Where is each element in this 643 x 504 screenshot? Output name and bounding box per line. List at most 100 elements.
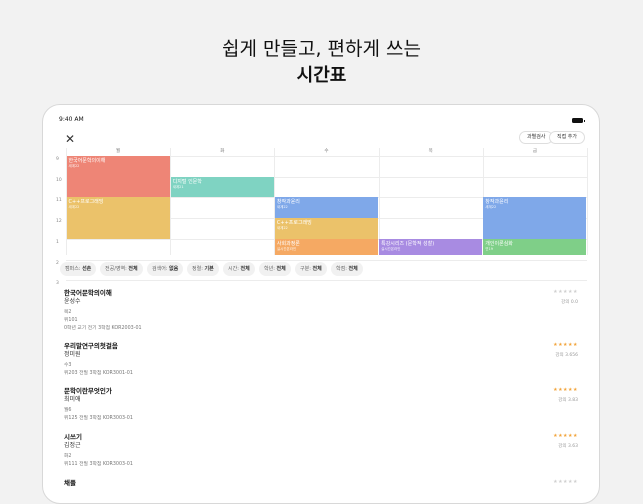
filter-chip-label: 학년: bbox=[264, 266, 277, 272]
course-list-item[interactable]: 우리말연구의첫걸음 정미원 수3 위203 전필 3학점 KOR3001-01 강의 3… bbox=[64, 340, 582, 384]
filter-chip[interactable]: 학년: 전체 bbox=[259, 262, 291, 276]
grid-row-line bbox=[66, 259, 587, 261]
course-room: 실시간온라인 bbox=[276, 246, 297, 251]
filter-chip[interactable]: 구분: 전체 bbox=[295, 262, 327, 276]
filter-chip-value: 전체 bbox=[240, 266, 250, 272]
filter-chip[interactable]: 검색어: 없음 bbox=[147, 262, 184, 276]
battery-icon bbox=[572, 118, 585, 123]
course-day: 월6 bbox=[64, 408, 72, 413]
hour-label: 9 bbox=[56, 157, 59, 162]
course-rating: 강의 3.83 bbox=[558, 398, 578, 403]
course-block[interactable]: 한국어문학의이해 새계22 bbox=[66, 156, 170, 198]
tablet-frame: 9:40 AM ✕ 과별검사 직접 추가 월 화 수 목 금 9 10 11 12 1 2 3 한국어문… bbox=[42, 104, 600, 504]
timetable-grid: 월 화 수 목 금 9 10 11 12 1 2 3 한국어문학의이해 새계22 C++프로그래밍 새계22 디… bbox=[54, 148, 588, 286]
course-room: 새계22 bbox=[276, 226, 288, 231]
star-rating: ★★★★★ bbox=[553, 479, 578, 485]
course-rating: 강의 0.0 bbox=[561, 300, 578, 305]
course-block[interactable]: 창작과윤리 새계22 bbox=[274, 197, 379, 219]
star-icon: ★ bbox=[573, 342, 578, 348]
hour-label: 3 bbox=[56, 281, 59, 287]
add-course-button[interactable]: 직접 추가 bbox=[549, 131, 585, 144]
star-rating: ★★★★★ bbox=[553, 433, 578, 439]
filter-chip-label: 정렬: bbox=[192, 266, 205, 272]
filter-chip[interactable]: 시간: 전체 bbox=[223, 262, 255, 276]
course-list-item[interactable]: 문학이란무엇인가 최미애 월6 위125 전필 3학점 KOR3003-01 강의 3.… bbox=[64, 385, 582, 429]
course-title: 채플 bbox=[64, 479, 76, 487]
course-block[interactable]: 사회과정론 실시간온라인 bbox=[274, 238, 379, 256]
filter-chip[interactable]: 정렬: 기본 bbox=[187, 262, 219, 276]
star-rating: ★★★★★ bbox=[553, 387, 578, 393]
filter-chip-value: 없음 bbox=[169, 266, 179, 272]
day-header: 화 bbox=[220, 149, 225, 154]
day-header: 목 bbox=[428, 149, 433, 154]
filter-chip[interactable]: 전공/영역: 전체 bbox=[100, 262, 143, 276]
star-icon: ★ bbox=[573, 479, 578, 485]
headline-line2: 시간표 bbox=[296, 65, 347, 86]
course-block[interactable]: C++프로그래밍 새계22 bbox=[66, 197, 170, 239]
course-room: 새계22 bbox=[485, 205, 497, 210]
filter-chip-label: 캠퍼스: bbox=[65, 266, 83, 272]
course-day: 목2 bbox=[64, 310, 72, 315]
filter-chip-label: 구분: bbox=[300, 266, 313, 272]
status-time: 9:40 AM bbox=[59, 116, 84, 123]
star-rating: ★★★★★ bbox=[553, 342, 578, 348]
status-bar: 9:40 AM bbox=[43, 116, 599, 128]
hour-label: 1 bbox=[56, 239, 59, 245]
course-block[interactable]: 개인이론심화 연19 bbox=[483, 238, 587, 256]
course-room-info: 위111 전필 3학점 KOR3003-01 bbox=[64, 462, 133, 467]
course-professor: 최미애 bbox=[64, 396, 81, 403]
filter-chip-value: 전체 bbox=[348, 266, 358, 272]
day-header: 월 bbox=[116, 149, 121, 154]
course-rating: 강의 3.63 bbox=[558, 444, 578, 449]
star-icon: ★ bbox=[573, 387, 578, 393]
grid-row-line bbox=[66, 280, 587, 282]
day-header: 수 bbox=[324, 149, 329, 154]
course-block[interactable]: 특강시리즈 (문학적 성찰) 실시간온라인 bbox=[379, 238, 483, 256]
course-room-info: 위101 bbox=[64, 318, 78, 323]
course-meta: 0학년 교기 전기 3학점 KOR2003-01 bbox=[64, 326, 142, 331]
filter-chip-label: 시간: bbox=[228, 266, 241, 272]
course-day: 화2 bbox=[64, 454, 72, 459]
hour-label: 12 bbox=[56, 219, 62, 225]
course-list-item[interactable]: 시쓰기 김정근 화2 위111 전필 3학점 KOR3003-01 강의 3.63 ★★★… bbox=[64, 431, 582, 475]
filter-chip-value: 전체 bbox=[312, 266, 322, 272]
course-block[interactable]: 창작과윤리 새계22 bbox=[483, 197, 587, 239]
headline-line1: 쉽게 만들고, 편하게 쓰는 bbox=[222, 38, 421, 60]
close-button[interactable]: ✕ bbox=[63, 132, 77, 146]
hour-label: 10 bbox=[56, 177, 62, 183]
course-room: 실시간온라인 bbox=[381, 246, 401, 251]
day-header: 금 bbox=[532, 149, 537, 154]
course-block[interactable]: 디지털 인문학 새계21 bbox=[170, 176, 274, 198]
course-professor: 윤성수 bbox=[64, 298, 81, 305]
star-rating: ★★★★★ bbox=[553, 289, 578, 295]
filter-chip-value: 선촌 bbox=[82, 266, 92, 272]
course-room: 연19 bbox=[485, 246, 493, 251]
course-room-info: 위203 전필 3학점 KOR3001-01 bbox=[64, 371, 133, 376]
hour-label: 2 bbox=[56, 260, 59, 266]
course-list-item[interactable]: 한국어문학의이해 윤성수 목2 위101 0학년 교기 전기 3학점 KOR2003-0… bbox=[64, 287, 582, 331]
course-list-item[interactable]: 채플 ★★★★★ bbox=[64, 477, 582, 503]
filter-chip[interactable]: 학점: 전체 bbox=[331, 262, 363, 276]
course-room: 새계22 bbox=[68, 164, 80, 168]
course-professor: 김정근 bbox=[64, 442, 81, 449]
filter-chip-label: 전공/영역: bbox=[105, 266, 129, 272]
star-icon: ★ bbox=[573, 433, 578, 439]
grid-column-line bbox=[587, 148, 588, 255]
course-day: 수3 bbox=[64, 363, 72, 368]
filter-chip[interactable]: 캠퍼스: 선촌 bbox=[60, 262, 97, 276]
filter-chip-value: 전체 bbox=[128, 266, 138, 272]
course-room: 새계22 bbox=[68, 205, 80, 210]
course-room: 새계21 bbox=[172, 184, 184, 189]
course-block[interactable]: C++프로그래밍 새계22 bbox=[274, 218, 379, 239]
close-icon: ✕ bbox=[64, 132, 76, 146]
filter-chip-label: 검색어: bbox=[152, 266, 170, 272]
filter-chip-value: 전체 bbox=[276, 266, 286, 272]
filter-chip-label: 학점: bbox=[336, 266, 349, 272]
star-icon: ★ bbox=[573, 289, 578, 295]
hour-label: 11 bbox=[56, 198, 62, 204]
course-rating: 강의 3.656 bbox=[555, 353, 578, 358]
course-room-info: 위125 전필 3학점 KOR3003-01 bbox=[64, 416, 133, 421]
filter-chip-value: 기본 bbox=[204, 266, 214, 272]
course-professor: 정미원 bbox=[64, 351, 81, 358]
course-room: 새계22 bbox=[276, 205, 288, 210]
